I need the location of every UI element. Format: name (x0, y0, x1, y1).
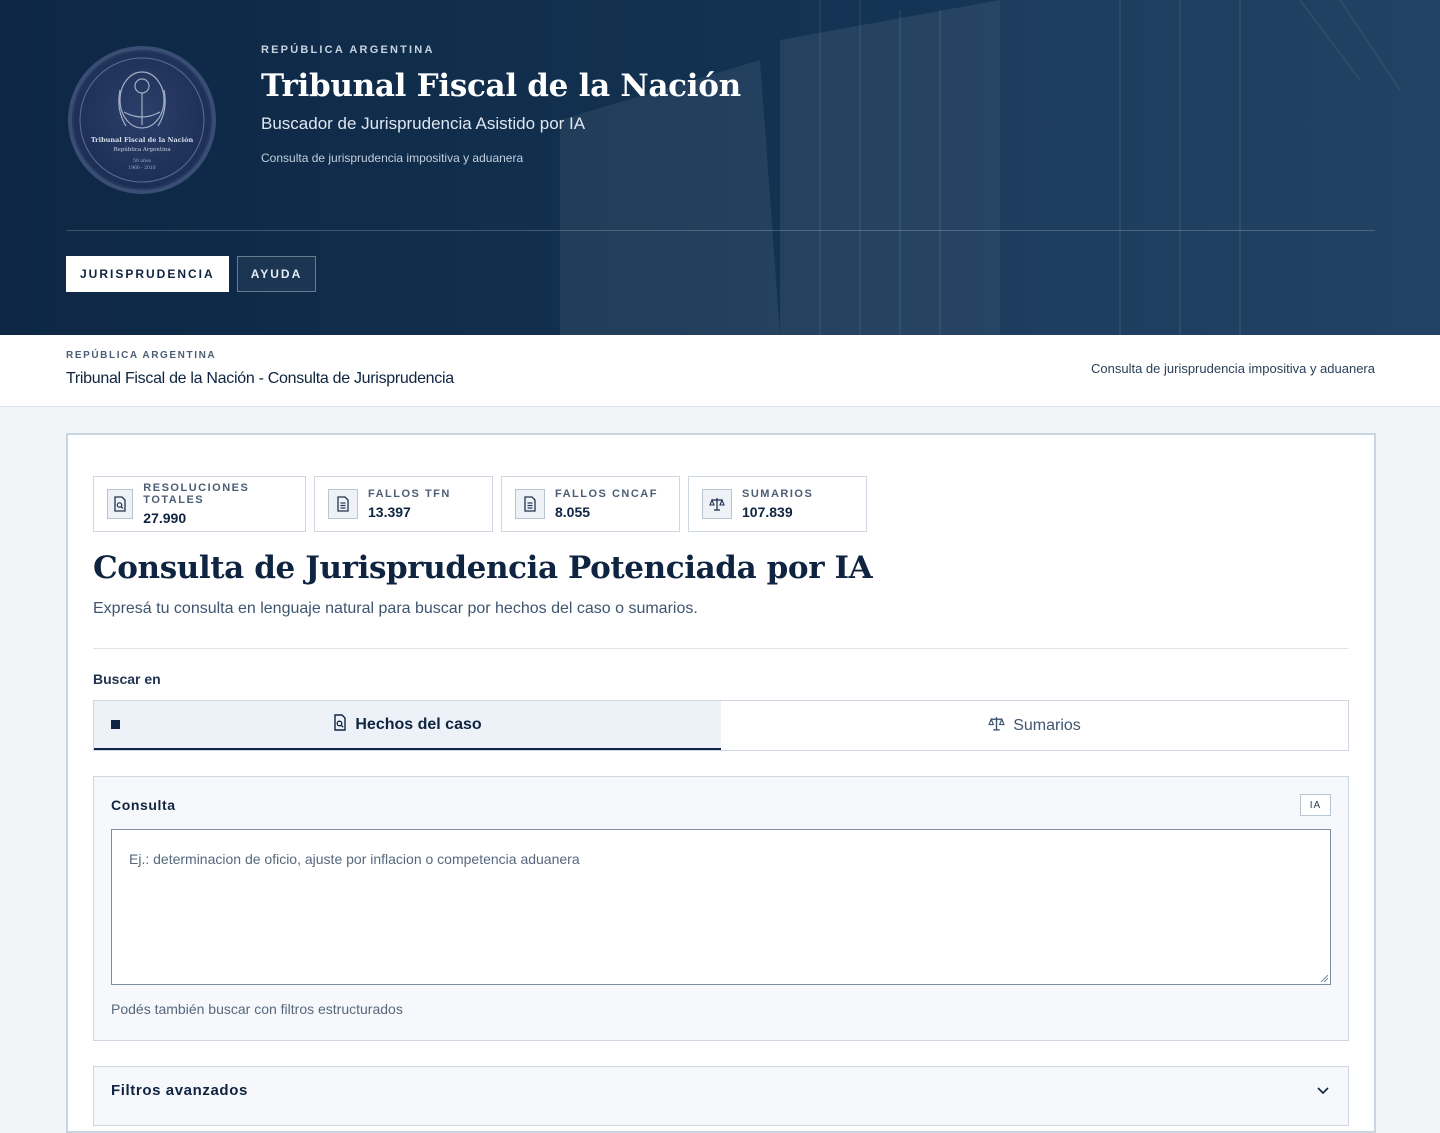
active-tab-marker (111, 720, 120, 729)
document-icon (328, 489, 358, 519)
hero-tagline: Consulta de jurisprudencia impositiva y … (261, 151, 524, 165)
tab-label: Sumarios (1013, 716, 1081, 734)
scales-icon (988, 715, 1006, 737)
subheader-tagline: Consulta de jurisprudencia impositiva y … (1091, 361, 1375, 376)
query-label: Consulta (111, 797, 176, 813)
sticky-subheader: REPÚBLICA ARGENTINA Tribunal Fiscal de l… (0, 335, 1440, 407)
stat-value: 107.839 (742, 504, 793, 520)
svg-text:50 años: 50 años (133, 157, 151, 164)
search-card: RESOLUCIONES TOTALES 27.990 FALLOS TFN 1… (66, 433, 1376, 1133)
hero-title: Tribunal Fiscal de la Nación (261, 68, 741, 104)
advanced-filters-toggle[interactable]: Filtros avanzados (93, 1066, 1349, 1126)
tab-label: Hechos del caso (355, 715, 482, 733)
search-in-label: Buscar en (93, 671, 161, 687)
hero-banner: Tribunal Fiscal de la Nación República A… (0, 0, 1440, 335)
tribunal-seal-logo: Tribunal Fiscal de la Nación República A… (68, 46, 216, 194)
scales-icon (702, 489, 732, 519)
tab-sumarios[interactable]: Sumarios (721, 701, 1348, 750)
document-search-icon (107, 489, 134, 519)
chevron-down-icon (1316, 1083, 1330, 1102)
query-panel: Consulta IA Podés también buscar con fil… (93, 776, 1349, 1041)
stat-value: 27.990 (143, 510, 187, 526)
hero-subtitle: Buscador de Jurisprudencia Asistido por … (261, 114, 586, 133)
stats-row: RESOLUCIONES TOTALES 27.990 FALLOS TFN 1… (93, 476, 867, 532)
search-mode-tabs: Hechos del caso Sumarios (93, 700, 1349, 751)
page-description: Expresá tu consulta en lenguaje natural … (93, 600, 698, 617)
stat-fallos-tfn: FALLOS TFN 13.397 (314, 476, 493, 532)
subheader-eyebrow: REPÚBLICA ARGENTINA (66, 350, 217, 361)
nav-jurisprudencia-button[interactable]: JURISPRUDENCIA (66, 256, 229, 292)
tab-hechos-del-caso[interactable]: Hechos del caso (94, 701, 721, 750)
main-nav: JURISPRUDENCIA AYUDA (66, 256, 317, 292)
document-icon (515, 489, 545, 519)
hero-eyebrow: REPÚBLICA ARGENTINA (261, 44, 435, 56)
page-title: Consulta de Jurisprudencia Potenciada po… (93, 550, 873, 586)
query-hint: Podés también buscar con filtros estruct… (111, 1001, 403, 1017)
section-divider (93, 648, 1348, 649)
svg-text:República Argentina: República Argentina (113, 146, 171, 153)
stat-value: 13.397 (368, 504, 411, 520)
stat-value: 8.055 (555, 504, 591, 520)
hero-divider (66, 230, 1375, 231)
stat-label: SUMARIOS (742, 488, 814, 500)
stat-fallos-cncaf: FALLOS CNCAF 8.055 (501, 476, 680, 532)
stat-resoluciones-totales: RESOLUCIONES TOTALES 27.990 (93, 476, 306, 532)
stat-label: FALLOS CNCAF (555, 488, 658, 500)
stat-label: RESOLUCIONES TOTALES (143, 482, 250, 506)
query-textarea[interactable] (111, 829, 1331, 985)
document-search-icon (333, 713, 347, 736)
stat-sumarios: SUMARIOS 107.839 (688, 476, 867, 532)
subheader-title[interactable]: Tribunal Fiscal de la Nación - Consulta … (66, 370, 454, 388)
ia-badge: IA (1300, 794, 1331, 816)
stat-label: FALLOS TFN (368, 488, 451, 500)
svg-text:1960 - 2010: 1960 - 2010 (128, 165, 155, 171)
nav-ayuda-button[interactable]: AYUDA (236, 256, 317, 292)
svg-text:Tribunal Fiscal de la Nación: Tribunal Fiscal de la Nación (91, 136, 194, 144)
resize-grip-icon[interactable] (1319, 973, 1329, 983)
filters-label: Filtros avanzados (111, 1082, 248, 1099)
